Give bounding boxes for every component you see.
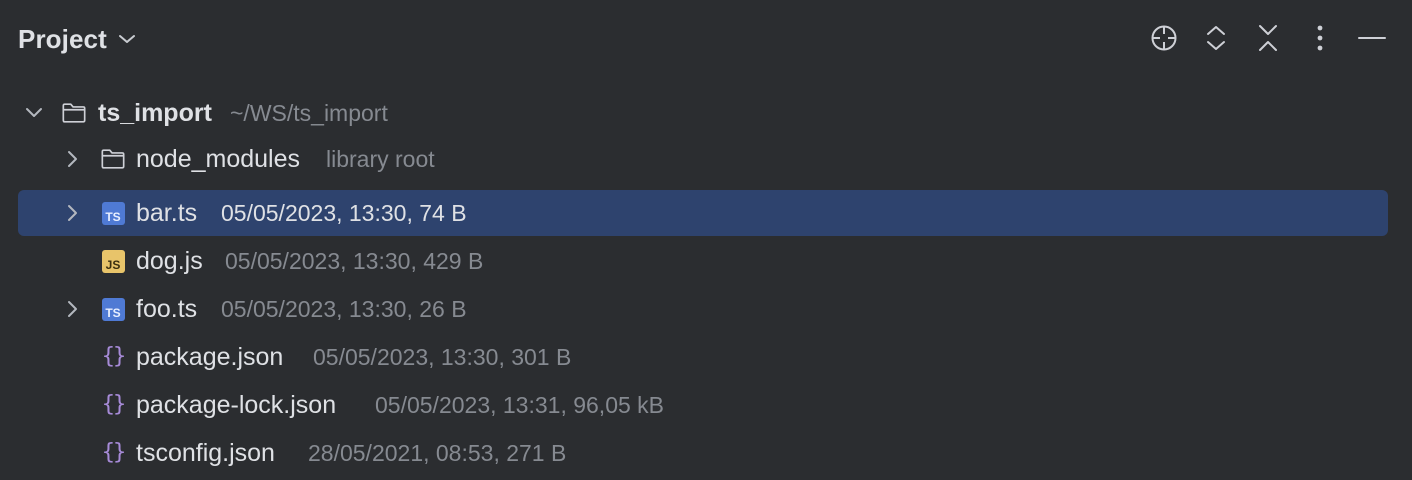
chevron-down-icon (117, 29, 137, 49)
chevron-right-icon[interactable] (62, 299, 82, 319)
more-options-icon[interactable] (1300, 18, 1340, 58)
file-badge: {} (101, 344, 126, 369)
project-tool-window: Project ts_import ~/WS/ts_import node_mo… (0, 0, 1412, 480)
chevron-down-icon[interactable] (24, 103, 44, 123)
tree-node-root[interactable]: ts_import ~/WS/ts_import (18, 90, 1388, 136)
tree-node-foo-ts[interactable]: TS foo.ts 05/05/2023, 13:30, 26 B (18, 286, 1388, 332)
item-meta: 05/05/2023, 13:30, 429 B (225, 247, 484, 274)
item-meta: 05/05/2023, 13:30, 26 B (221, 295, 467, 322)
expand-all-icon[interactable] (1196, 18, 1236, 58)
item-name: tsconfig.json (136, 438, 275, 467)
item-name: dog.js (136, 246, 203, 275)
folder-icon (61, 100, 87, 126)
typescript-file-icon: TS (100, 296, 126, 322)
locate-icon[interactable] (1144, 18, 1184, 58)
minimize-icon[interactable] (1352, 18, 1392, 58)
tool-window-header: Project (0, 0, 1412, 78)
root-folder-path: ~/WS/ts_import (230, 99, 388, 126)
item-name: package.json (136, 342, 284, 371)
item-meta: 05/05/2023, 13:30, 74 B (221, 199, 467, 226)
item-name: package-lock.json (136, 390, 337, 419)
item-meta: 28/05/2021, 08:53, 271 B (308, 439, 567, 466)
folder-icon (100, 146, 126, 172)
project-view-selector[interactable]: Project (18, 22, 137, 56)
chevron-right-icon[interactable] (62, 203, 82, 223)
header-toolbar (1132, 18, 1392, 58)
panel-title: Project (18, 23, 107, 54)
json-file-icon: {} (100, 392, 126, 418)
item-name: node_modules (136, 144, 301, 173)
chevron-right-icon[interactable] (62, 149, 82, 169)
tree-node-bar-ts[interactable]: TS bar.ts 05/05/2023, 13:30, 74 B (18, 190, 1388, 236)
file-badge: {} (101, 440, 126, 465)
item-name: foo.ts (136, 294, 198, 323)
item-meta: 05/05/2023, 13:30, 301 B (313, 343, 572, 370)
json-file-icon: {} (100, 440, 126, 466)
tree-node-package-lock-json[interactable]: {} package-lock.json 05/05/2023, 13:31, … (18, 382, 1388, 428)
tree-node-package-json[interactable]: {} package.json 05/05/2023, 13:30, 301 B (18, 334, 1388, 380)
file-badge: TS (101, 297, 125, 321)
item-meta: library root (326, 145, 435, 172)
tree-node-node-modules[interactable]: node_modules library root (18, 136, 1388, 182)
tree-node-tsconfig-json[interactable]: {} tsconfig.json 28/05/2021, 08:53, 271 … (18, 430, 1388, 476)
item-name: bar.ts (136, 198, 198, 227)
root-folder-name: ts_import (98, 98, 212, 127)
json-file-icon: {} (100, 344, 126, 370)
file-badge: JS (101, 249, 125, 273)
file-badge: {} (101, 392, 126, 417)
tree-node-dog-js[interactable]: JS dog.js 05/05/2023, 13:30, 429 B (18, 238, 1388, 284)
javascript-file-icon: JS (100, 248, 126, 274)
item-meta: 05/05/2023, 13:31, 96,05 kB (375, 391, 665, 418)
file-badge: TS (101, 201, 125, 225)
collapse-all-icon[interactable] (1248, 18, 1288, 58)
typescript-file-icon: TS (100, 200, 126, 226)
